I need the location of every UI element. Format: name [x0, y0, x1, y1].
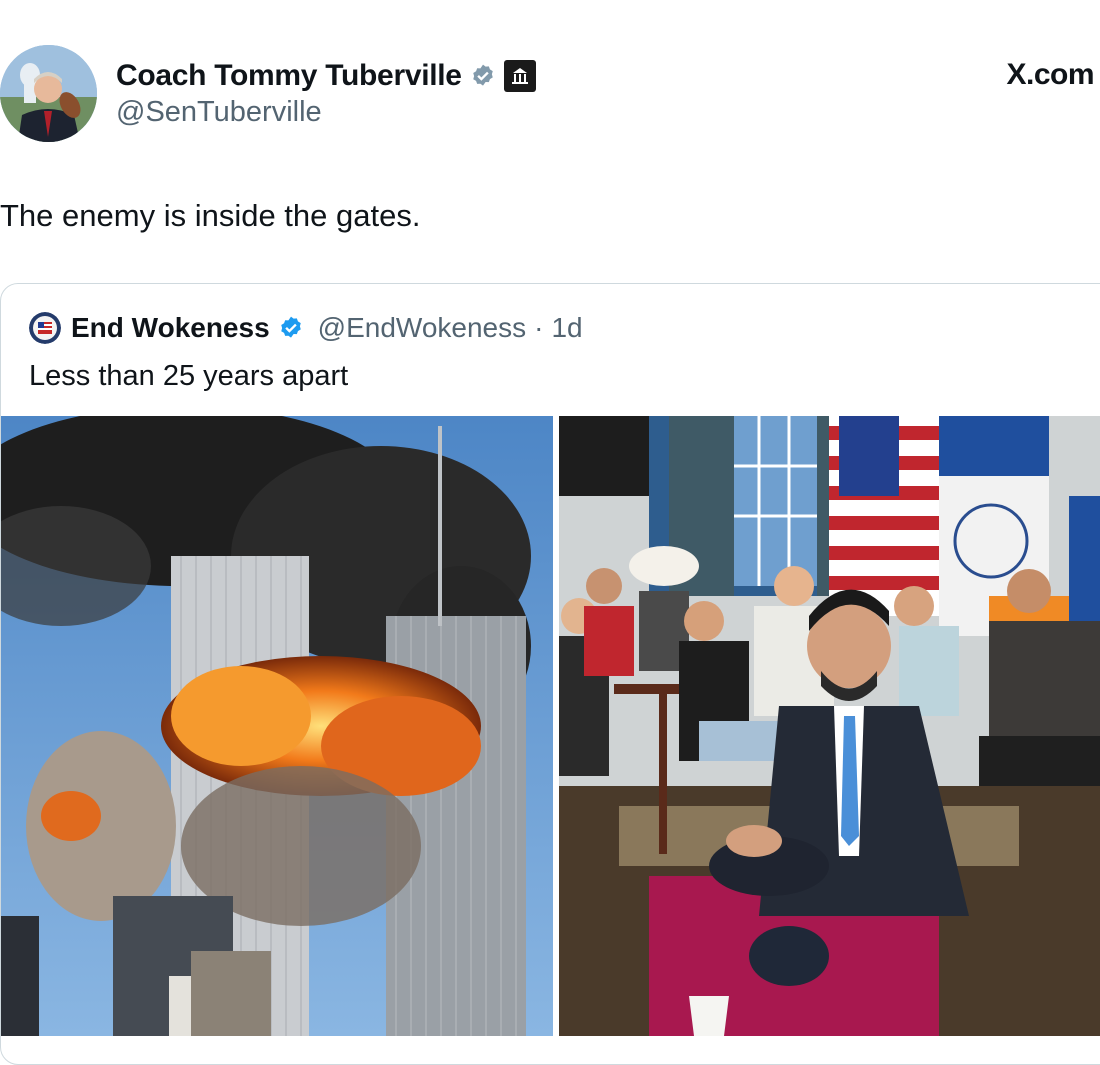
author-name[interactable]: Coach Tommy Tuberville — [116, 59, 462, 93]
quoted-author-name[interactable]: End Wokeness — [71, 312, 270, 344]
quoted-avatar[interactable] — [29, 312, 61, 344]
quoted-text: Less than 25 years apart — [29, 360, 349, 392]
author-name-row: Coach Tommy Tuberville — [116, 56, 536, 96]
site-label: X.com — [1006, 58, 1094, 91]
quoted-header: End Wokeness @EndWokeness · 1d — [29, 310, 583, 346]
verified-badge-blue-icon — [278, 315, 304, 341]
quoted-author-handle[interactable]: @EndWokeness — [318, 312, 526, 344]
quoted-separator: · — [534, 312, 544, 343]
author-avatar[interactable] — [0, 45, 97, 142]
seated-gathering-with-flags-photo[interactable] — [559, 416, 1100, 1036]
quoted-tweet[interactable]: End Wokeness @EndWokeness · 1d Less than… — [0, 283, 1100, 1065]
burning-twin-towers-photo[interactable] — [1, 416, 553, 1036]
author-handle[interactable]: @SenTuberville — [116, 96, 322, 129]
verified-badge-gray-icon — [470, 63, 496, 89]
quoted-timestamp[interactable]: 1d — [551, 312, 582, 344]
government-building-icon — [503, 60, 536, 92]
tweet-text: The enemy is inside the gates. — [0, 198, 421, 233]
